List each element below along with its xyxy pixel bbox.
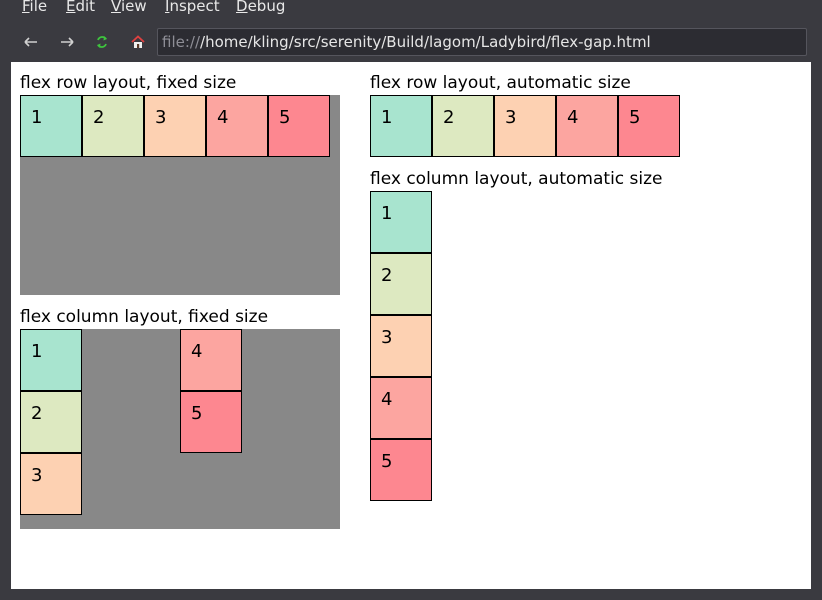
toolbar: file:///home/kling/src/serenity/Build/la… xyxy=(0,22,822,62)
arrow-right-icon xyxy=(61,37,74,47)
flex-item-4: 4 xyxy=(556,95,618,157)
menu-view-mnemonic: V xyxy=(111,0,121,15)
reload-button[interactable] xyxy=(90,30,114,54)
flex-item-1: 1 xyxy=(370,191,432,253)
flex-item-4: 4 xyxy=(206,95,268,157)
flex-item-2: 2 xyxy=(432,95,494,157)
heading-row-auto: flex row layout, automatic size xyxy=(370,73,631,93)
heading-col-auto: flex column layout, automatic size xyxy=(370,169,663,189)
menu-file[interactable]: File xyxy=(22,0,47,17)
menu-debug-rest: ebug xyxy=(247,0,286,15)
menu-debug[interactable]: Debug xyxy=(236,0,285,17)
flex-item-4: 4 xyxy=(180,329,242,391)
flex-item-2: 2 xyxy=(370,253,432,315)
menu-file-rest: ile xyxy=(29,0,48,15)
flex-item-3: 3 xyxy=(20,453,82,515)
flex-item-3: 3 xyxy=(370,315,432,377)
container-col-fixed: 1 2 3 4 5 xyxy=(20,329,340,529)
flex-item-1: 1 xyxy=(370,95,432,157)
menu-edit-rest: dit xyxy=(75,0,96,15)
flex-item-1: 1 xyxy=(20,95,82,157)
flex-item-2: 2 xyxy=(20,391,82,453)
menu-file-mnemonic: F xyxy=(22,0,30,15)
back-button[interactable] xyxy=(19,30,43,54)
reload-icon xyxy=(97,36,107,48)
menu-debug-mnemonic: D xyxy=(236,0,248,15)
menu-edit[interactable]: Edit xyxy=(66,0,95,17)
arrow-left-icon xyxy=(24,37,37,47)
menu-view-rest: iew xyxy=(120,0,147,15)
home-button[interactable] xyxy=(126,30,150,54)
menu-inspect-rest: nspect xyxy=(169,0,220,15)
menu-view[interactable]: View xyxy=(111,0,147,17)
flex-item-1: 1 xyxy=(20,329,82,391)
url-input[interactable]: file:///home/kling/src/serenity/Build/la… xyxy=(157,28,807,56)
container-row-fixed: 1 2 3 4 5 xyxy=(20,95,340,295)
heading-row-fixed: flex row layout, fixed size xyxy=(20,73,237,93)
heading-col-fixed: flex column layout, fixed size xyxy=(20,307,269,327)
flex-item-5: 5 xyxy=(618,95,680,157)
home-icon xyxy=(131,35,145,48)
container-col-auto: 1 2 3 4 5 xyxy=(370,191,432,501)
flex-item-5: 5 xyxy=(370,439,432,501)
flex-item-5: 5 xyxy=(268,95,330,157)
container-row-auto: 1 2 3 4 5 xyxy=(370,95,680,157)
flex-item-3: 3 xyxy=(144,95,206,157)
web-content: flex row layout, fixed size 1 2 3 4 5 fl… xyxy=(11,62,811,589)
forward-button[interactable] xyxy=(55,30,79,54)
flex-item-4: 4 xyxy=(370,377,432,439)
menu-inspect[interactable]: Inspect xyxy=(165,0,220,17)
flex-item-3: 3 xyxy=(494,95,556,157)
url-path: /home/kling/src/serenity/Build/lagom/Lad… xyxy=(200,33,651,51)
menubar: File Edit View Inspect Debug xyxy=(0,0,822,22)
flex-item-2: 2 xyxy=(82,95,144,157)
flex-item-5: 5 xyxy=(180,391,242,453)
url-scheme: file:// xyxy=(162,33,201,51)
